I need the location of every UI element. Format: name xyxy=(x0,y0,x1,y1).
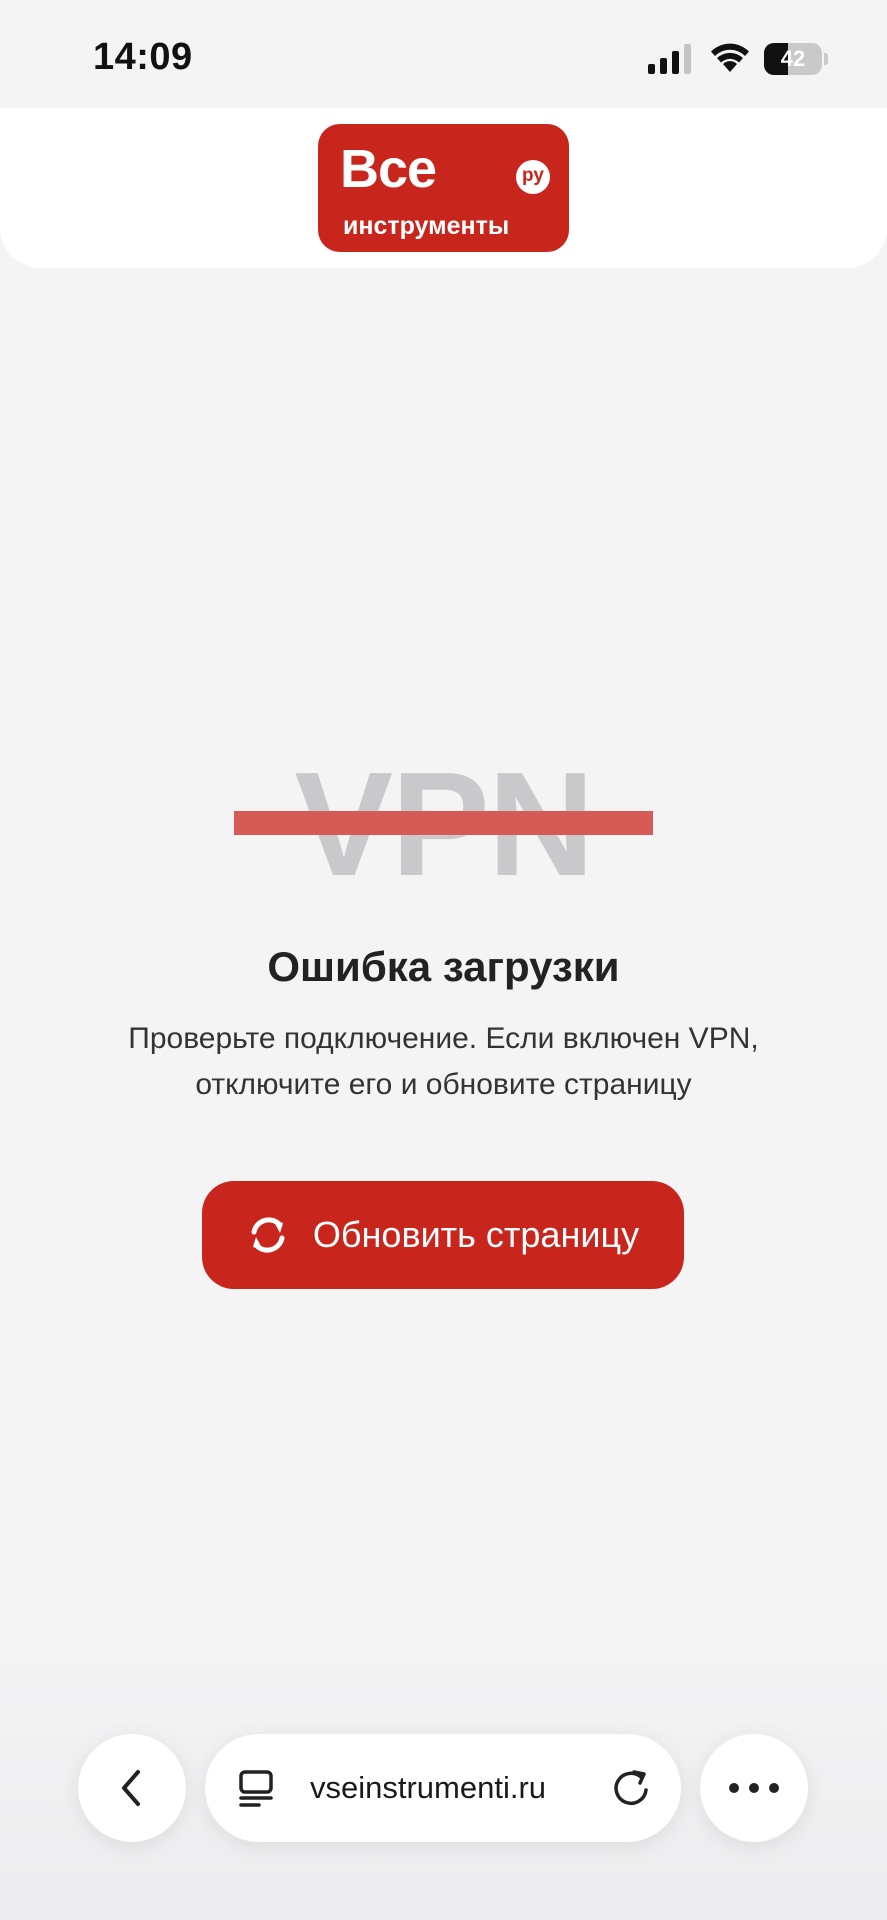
refresh-button-label: Обновить страницу xyxy=(312,1214,640,1255)
logo-badge: ру xyxy=(516,160,550,194)
status-time: 14:09 xyxy=(93,36,193,78)
error-title: Ошибка загрузки xyxy=(267,943,620,990)
back-button[interactable] xyxy=(78,1734,186,1842)
error-message-line1: Проверьте подключение. Если включен VPN, xyxy=(128,1022,759,1055)
refresh-icon xyxy=(251,1217,285,1253)
site-logo[interactable]: Все ру инструменты xyxy=(318,124,569,252)
error-message-line2: отключите его и обновите страницу xyxy=(195,1068,692,1101)
more-icon xyxy=(729,1783,779,1793)
wifi-icon xyxy=(711,43,749,72)
strike-line xyxy=(234,811,653,835)
reload-icon[interactable] xyxy=(612,1768,652,1808)
battery-level: 42 xyxy=(780,46,806,71)
refresh-page-button[interactable]: Обновить страницу xyxy=(202,1181,684,1289)
site-header: Все ру инструменты xyxy=(0,108,887,268)
reader-icon[interactable] xyxy=(239,1770,279,1808)
back-icon xyxy=(122,1770,140,1806)
status-bar: 14:09 42 xyxy=(0,0,887,108)
more-button[interactable] xyxy=(700,1734,808,1842)
url-text[interactable]: vseinstrumenti.ru xyxy=(310,1734,546,1842)
battery-icon: 42 xyxy=(764,43,828,75)
logo-line1: Все xyxy=(340,139,437,199)
vpn-crossed-graphic: VPN xyxy=(230,751,657,899)
logo-line2: инструменты xyxy=(343,212,510,240)
error-message: Проверьте подключение. Если включен VPN,… xyxy=(80,1016,807,1108)
signal-icon xyxy=(648,44,691,74)
address-bar[interactable]: vseinstrumenti.ru xyxy=(205,1734,681,1842)
